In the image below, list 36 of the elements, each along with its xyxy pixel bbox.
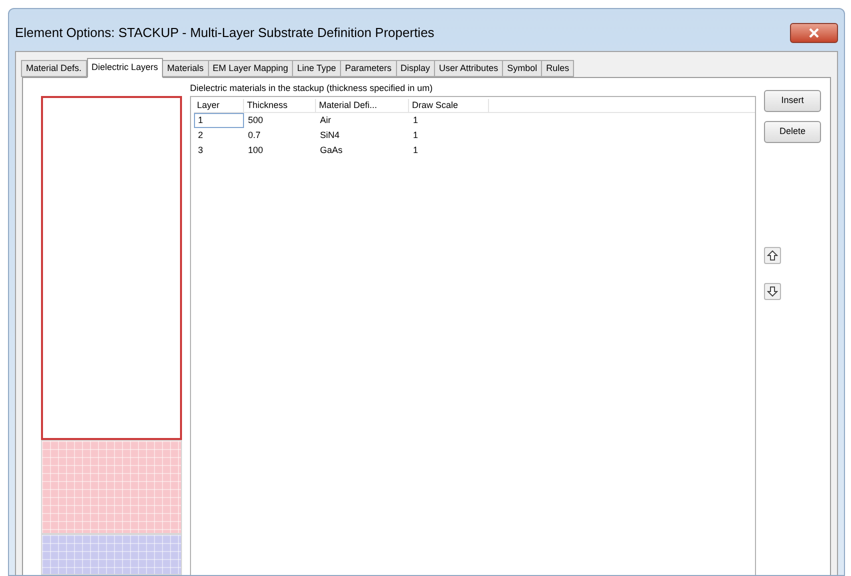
column-header[interactable]: Material Defi... — [316, 99, 409, 112]
table-cell: 1 — [194, 113, 244, 128]
tab[interactable]: Symbol — [502, 60, 542, 77]
column-header[interactable]: Thickness — [244, 99, 316, 112]
table-cell-text: Air — [319, 114, 332, 127]
table-cell-text: GaAs — [319, 144, 344, 157]
tab[interactable]: Dielectric Layers — [86, 58, 164, 78]
table-cell-text: 2 — [197, 129, 204, 142]
insert-button[interactable]: Insert — [764, 90, 821, 112]
window-title: Element Options: STACKUP - Multi-Layer Substrate Definition Properties — [15, 24, 434, 42]
tab[interactable]: Display — [396, 60, 436, 77]
tab[interactable]: Material Defs. — [21, 60, 87, 77]
close-button[interactable] — [790, 23, 838, 43]
move-up-button[interactable] — [764, 247, 781, 264]
table-cell-text: 1 — [412, 114, 420, 127]
move-down-button[interactable] — [764, 283, 781, 300]
column-header[interactable]: Layer — [194, 99, 244, 112]
table-cell-text: 1 — [412, 129, 420, 142]
tab[interactable]: Materials — [162, 60, 209, 77]
table-caption: Dielectric materials in the stackup (thickness specified in um) — [190, 82, 434, 95]
tab[interactable]: User Attributes — [434, 60, 504, 77]
table-cell-text: 500 — [247, 114, 264, 127]
table-cell-text: 0.7 — [247, 129, 262, 142]
close-icon — [809, 28, 819, 38]
table-cell-text: 3 — [197, 144, 204, 157]
tab[interactable]: EM Layer Mapping — [208, 60, 294, 77]
tab[interactable]: Parameters — [340, 60, 397, 77]
table-cell-text: 1 — [412, 144, 420, 157]
table-cell-text: 100 — [247, 144, 264, 157]
tab[interactable]: Rules — [541, 60, 574, 77]
arrow-down-icon — [767, 286, 778, 297]
arrow-up-icon — [767, 250, 778, 261]
delete-button[interactable]: Delete — [764, 121, 821, 143]
table-cell-text: SiN4 — [319, 129, 341, 142]
column-header[interactable]: Draw Scale — [409, 99, 489, 112]
tab[interactable]: Line Type — [292, 60, 341, 77]
